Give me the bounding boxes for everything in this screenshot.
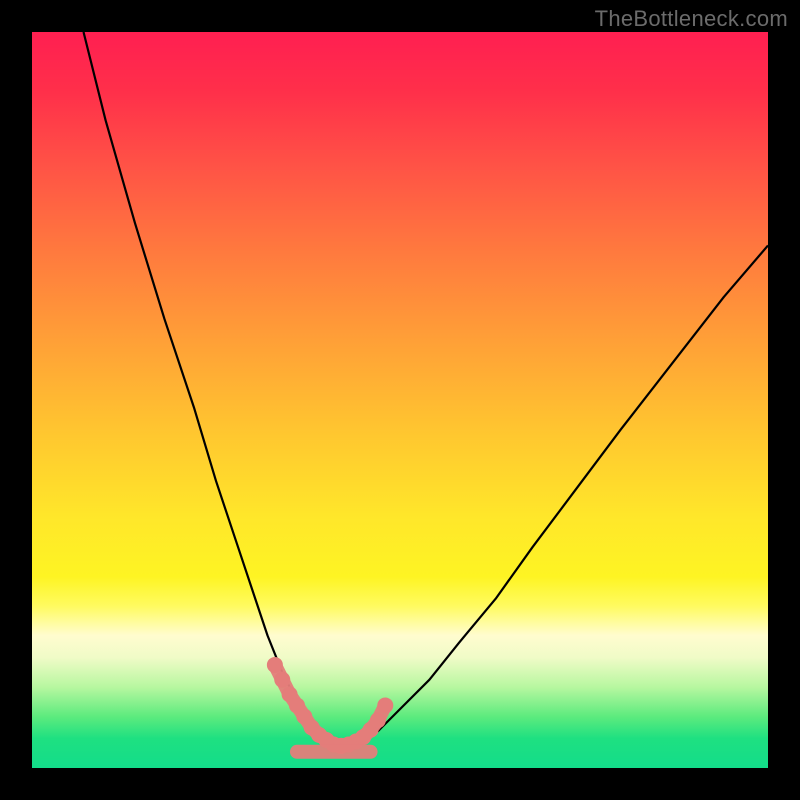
- highlight-dot: [274, 672, 290, 688]
- chart-svg: [32, 32, 768, 768]
- series-bottleneck-curve-left: [84, 32, 342, 746]
- series-bottleneck-curve-right: [341, 245, 768, 745]
- plot-area: [32, 32, 768, 768]
- chart-frame: TheBottleneck.com: [0, 0, 800, 800]
- highlight-dot: [267, 657, 283, 673]
- watermark-text: TheBottleneck.com: [595, 6, 788, 32]
- highlight-dot: [377, 697, 393, 713]
- highlight-dot: [370, 712, 386, 728]
